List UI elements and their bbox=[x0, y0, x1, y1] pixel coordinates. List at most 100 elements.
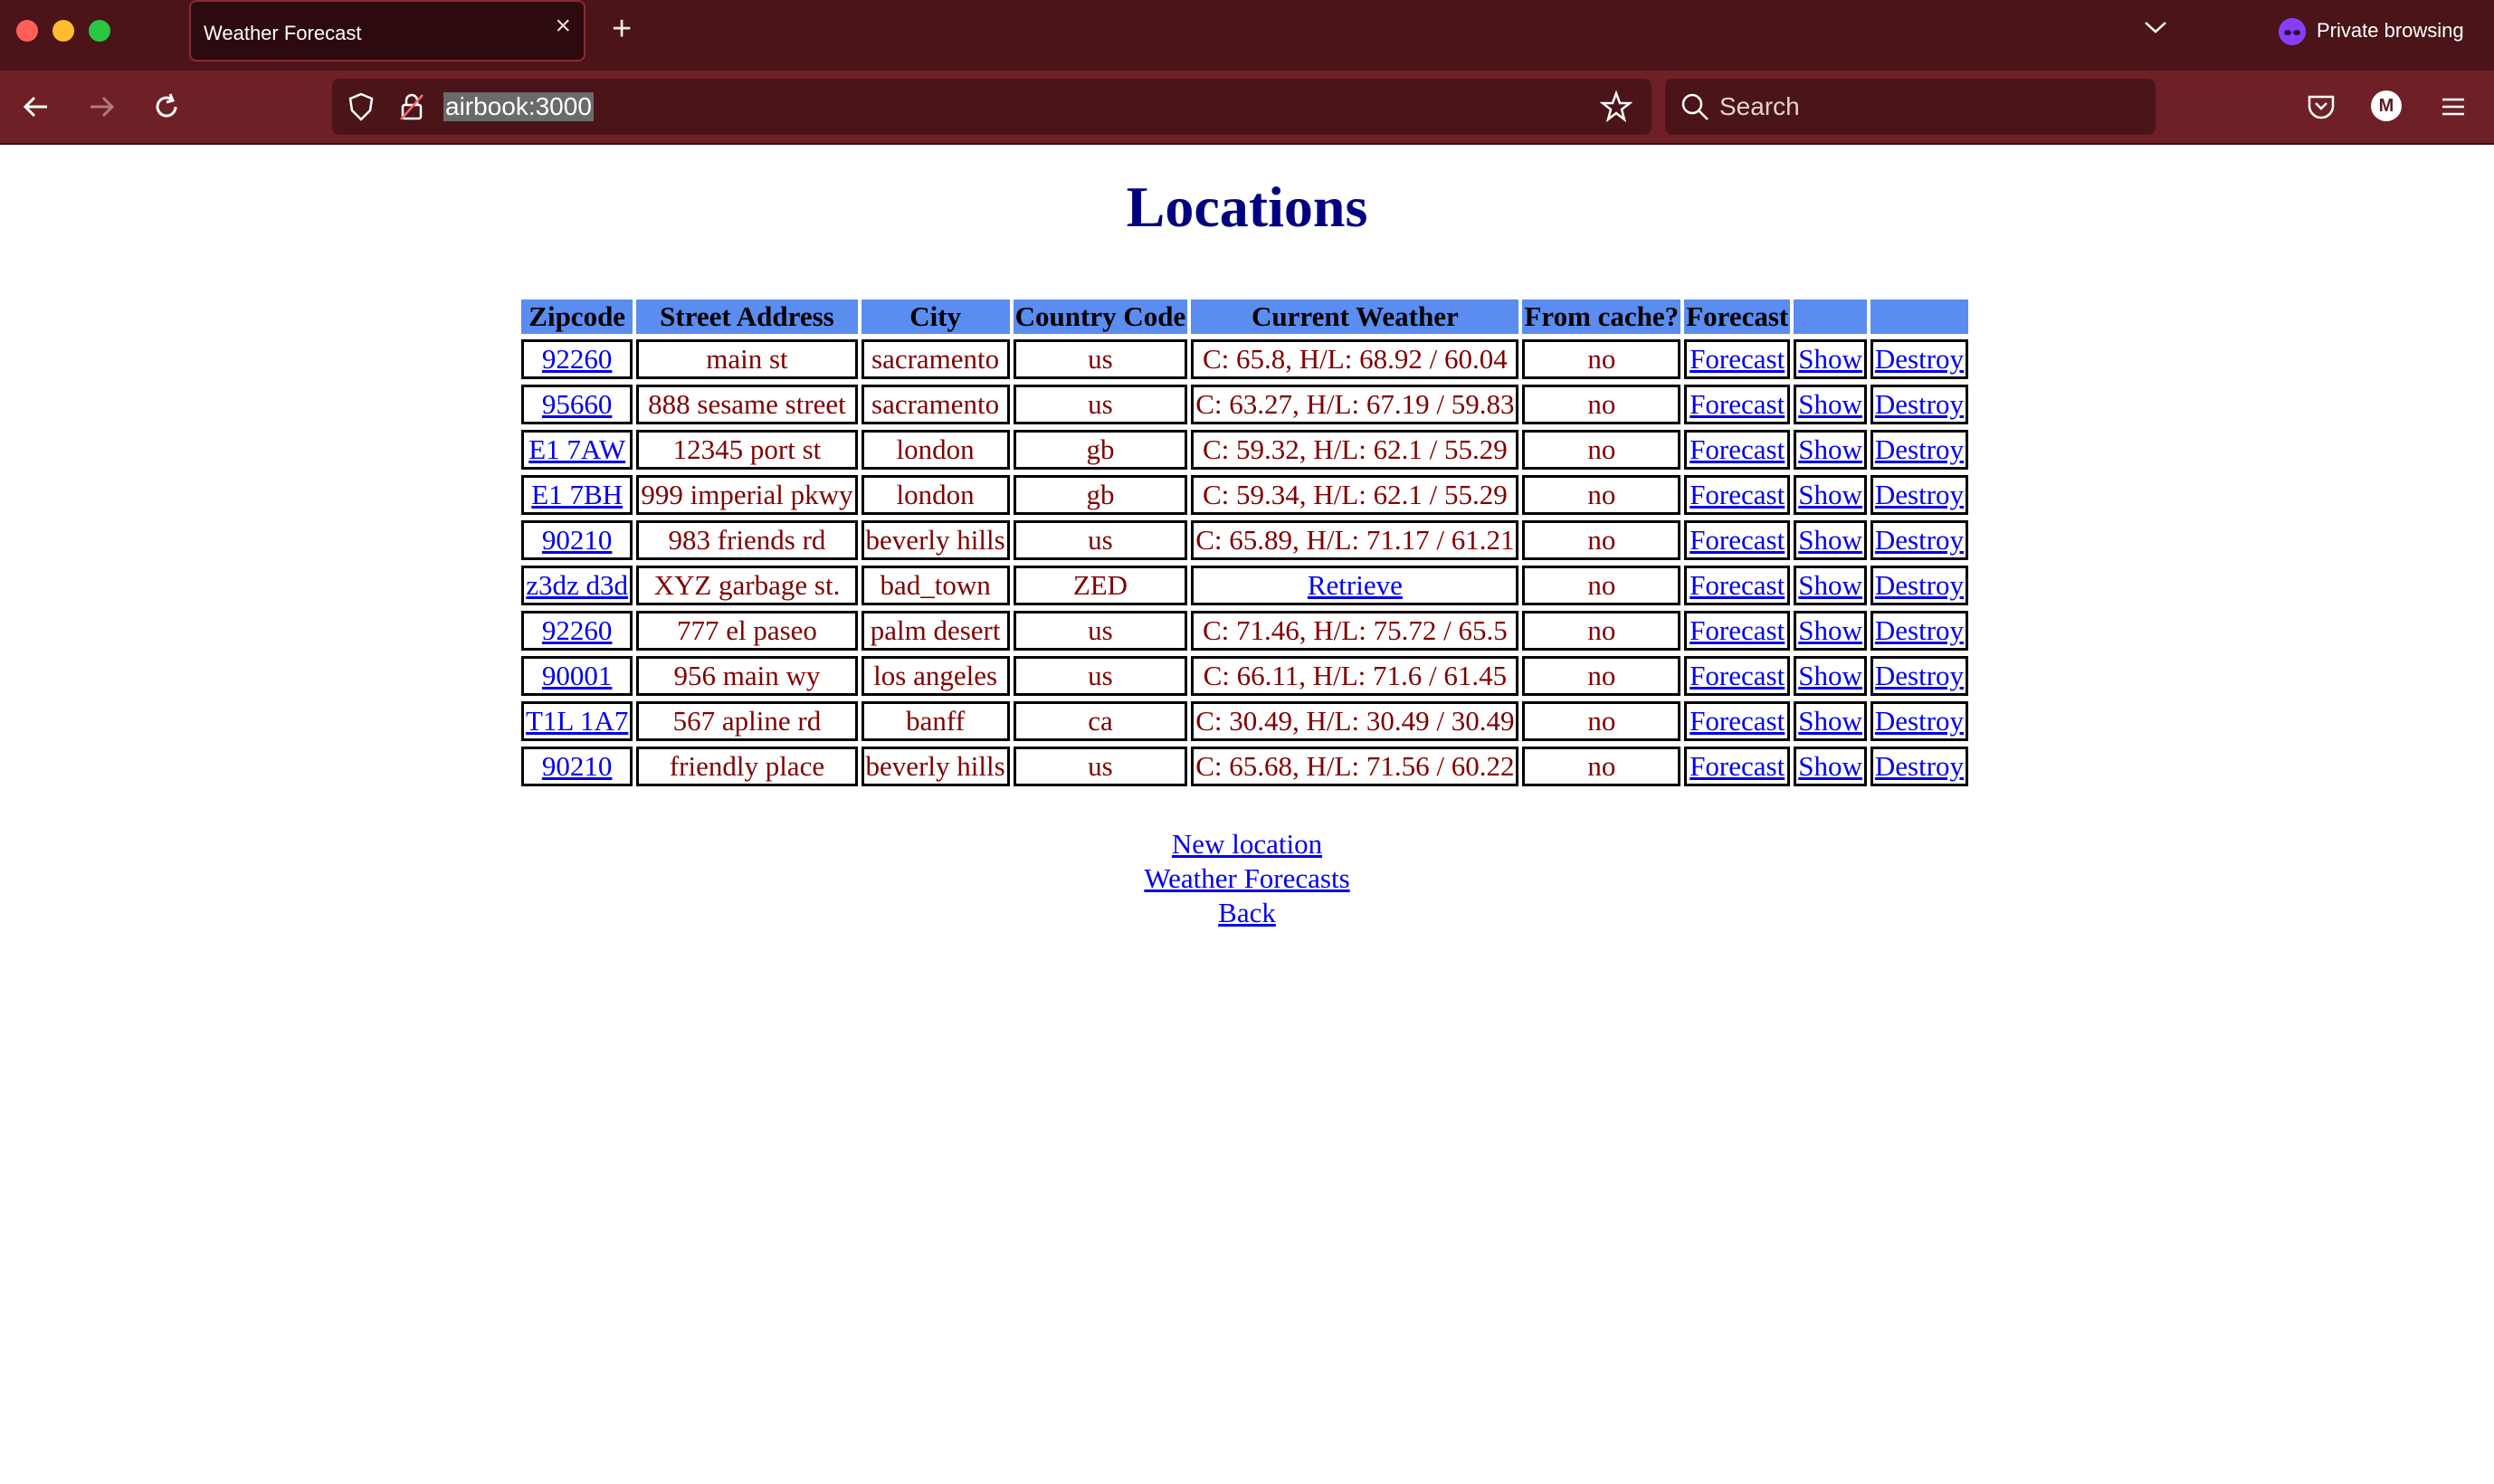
city-cell: palm desert bbox=[861, 611, 1010, 651]
show-cell: Show bbox=[1794, 701, 1867, 741]
pocket-icon[interactable] bbox=[2306, 91, 2337, 122]
current-weather-cell: C: 71.46, H/L: 75.72 / 65.5 bbox=[1191, 611, 1519, 651]
street-address-cell: 12345 port st bbox=[636, 430, 858, 470]
show-link[interactable]: Show bbox=[1798, 343, 1862, 375]
shield-icon[interactable] bbox=[346, 91, 376, 122]
back-icon[interactable] bbox=[20, 90, 52, 123]
table-row: 90210 983 friends rd beverly hills us C: 65.… bbox=[521, 520, 1969, 560]
street-address-cell: 777 el paseo bbox=[636, 611, 858, 651]
locations-table: Zipcode Street Address City Country Code… bbox=[518, 294, 1972, 792]
column-header-from-cache: From cache? bbox=[1522, 300, 1681, 334]
window-maximize-button[interactable] bbox=[89, 20, 110, 42]
zipcode-cell: E1 7BH bbox=[521, 475, 633, 515]
destroy-cell: Destroy bbox=[1870, 566, 1969, 605]
column-header-city: City bbox=[861, 300, 1010, 334]
zipcode-cell: 90210 bbox=[521, 520, 633, 560]
column-header-destroy bbox=[1870, 300, 1969, 334]
zipcode-link[interactable]: 92260 bbox=[542, 614, 613, 646]
destroy-cell: Destroy bbox=[1870, 475, 1969, 515]
from-cache-cell: no bbox=[1522, 701, 1681, 741]
show-cell: Show bbox=[1794, 566, 1867, 605]
show-link[interactable]: Show bbox=[1798, 569, 1862, 601]
zipcode-link[interactable]: 90210 bbox=[542, 750, 613, 782]
show-link[interactable]: Show bbox=[1798, 524, 1862, 556]
forward-icon[interactable] bbox=[85, 90, 118, 123]
city-cell: beverly hills bbox=[861, 520, 1010, 560]
destroy-link[interactable]: Destroy bbox=[1875, 479, 1964, 510]
show-link[interactable]: Show bbox=[1798, 388, 1862, 420]
destroy-link[interactable]: Destroy bbox=[1875, 569, 1964, 601]
country-code-cell: us bbox=[1013, 656, 1188, 696]
zipcode-link[interactable]: z3dz d3d bbox=[526, 569, 628, 601]
back-link[interactable]: Back bbox=[1218, 896, 1276, 930]
destroy-link[interactable]: Destroy bbox=[1875, 705, 1964, 737]
current-weather-cell: C: 30.49, H/L: 30.49 / 30.49 bbox=[1191, 701, 1519, 741]
country-code-cell: gb bbox=[1013, 475, 1188, 515]
forecast-link[interactable]: Forecast bbox=[1690, 433, 1785, 465]
show-link[interactable]: Show bbox=[1798, 660, 1862, 691]
forecast-link[interactable]: Forecast bbox=[1690, 614, 1785, 646]
reload-icon[interactable] bbox=[150, 90, 183, 123]
show-link[interactable]: Show bbox=[1798, 479, 1862, 510]
table-row: 90001 956 main wy los angeles us C: 66.11, H… bbox=[521, 656, 1969, 696]
zipcode-link[interactable]: 92260 bbox=[542, 343, 613, 375]
window-close-button[interactable] bbox=[16, 20, 38, 42]
forecast-link[interactable]: Forecast bbox=[1690, 388, 1785, 420]
chevron-down-icon[interactable] bbox=[2143, 18, 2168, 36]
zipcode-link[interactable]: E1 7BH bbox=[531, 479, 623, 510]
forecast-link[interactable]: Forecast bbox=[1690, 479, 1785, 510]
destroy-link[interactable]: Destroy bbox=[1875, 433, 1964, 465]
from-cache-cell: no bbox=[1522, 656, 1681, 696]
forecast-link[interactable]: Forecast bbox=[1690, 705, 1785, 737]
account-avatar[interactable]: M bbox=[2371, 90, 2402, 121]
private-browsing-label: Private browsing bbox=[2317, 19, 2464, 42]
destroy-cell: Destroy bbox=[1870, 339, 1969, 379]
tab-weather-forecast[interactable]: Weather Forecast × bbox=[189, 0, 585, 62]
zipcode-link[interactable]: T1L 1A7 bbox=[526, 705, 628, 737]
zipcode-link[interactable]: 90210 bbox=[542, 524, 613, 556]
lock-icon[interactable] bbox=[398, 91, 425, 122]
forecast-link[interactable]: Forecast bbox=[1690, 660, 1785, 691]
url-text[interactable]: airbook:3000 bbox=[443, 92, 594, 121]
forecast-cell: Forecast bbox=[1684, 520, 1791, 560]
show-cell: Show bbox=[1794, 385, 1867, 424]
destroy-link[interactable]: Destroy bbox=[1875, 343, 1964, 375]
tab-close-icon[interactable]: × bbox=[555, 13, 571, 40]
forecast-link[interactable]: Forecast bbox=[1690, 750, 1785, 782]
show-link[interactable]: Show bbox=[1798, 705, 1862, 737]
street-address-cell: 956 main wy bbox=[636, 656, 858, 696]
destroy-link[interactable]: Destroy bbox=[1875, 388, 1964, 420]
locations-table-body: 92260 main st sacramento us C: 65.8, H/L: 68… bbox=[521, 339, 1969, 786]
destroy-cell: Destroy bbox=[1870, 656, 1969, 696]
destroy-cell: Destroy bbox=[1870, 747, 1969, 786]
star-icon[interactable] bbox=[1600, 90, 1633, 123]
destroy-cell: Destroy bbox=[1870, 701, 1969, 741]
weather-forecasts-link[interactable]: Weather Forecasts bbox=[1144, 861, 1349, 896]
forecast-link[interactable]: Forecast bbox=[1690, 569, 1785, 601]
column-header-current-weather: Current Weather bbox=[1191, 300, 1519, 334]
window-minimize-button[interactable] bbox=[52, 20, 74, 42]
current-weather-cell: C: 65.68, H/L: 71.56 / 60.22 bbox=[1191, 747, 1519, 786]
search-icon bbox=[1681, 93, 1709, 120]
show-link[interactable]: Show bbox=[1798, 750, 1862, 782]
menu-icon[interactable] bbox=[2438, 91, 2469, 122]
new-location-link[interactable]: New location bbox=[1172, 827, 1322, 861]
from-cache-cell: no bbox=[1522, 520, 1681, 560]
destroy-link[interactable]: Destroy bbox=[1875, 614, 1964, 646]
retrieve-weather-cell: Retrieve bbox=[1191, 566, 1519, 605]
show-cell: Show bbox=[1794, 339, 1867, 379]
country-code-cell: us bbox=[1013, 611, 1188, 651]
destroy-link[interactable]: Destroy bbox=[1875, 750, 1964, 782]
zipcode-link[interactable]: 95660 bbox=[542, 388, 613, 420]
show-link[interactable]: Show bbox=[1798, 433, 1862, 465]
forecast-link[interactable]: Forecast bbox=[1690, 343, 1785, 375]
retrieve-weather-link[interactable]: Retrieve bbox=[1308, 569, 1403, 601]
zipcode-link[interactable]: 90001 bbox=[542, 660, 613, 691]
destroy-link[interactable]: Destroy bbox=[1875, 660, 1964, 691]
new-tab-button[interactable]: + bbox=[612, 11, 632, 47]
zipcode-link[interactable]: E1 7AW bbox=[528, 433, 625, 465]
destroy-link[interactable]: Destroy bbox=[1875, 524, 1964, 556]
forecast-link[interactable]: Forecast bbox=[1690, 524, 1785, 556]
show-link[interactable]: Show bbox=[1798, 614, 1862, 646]
destroy-cell: Destroy bbox=[1870, 611, 1969, 651]
